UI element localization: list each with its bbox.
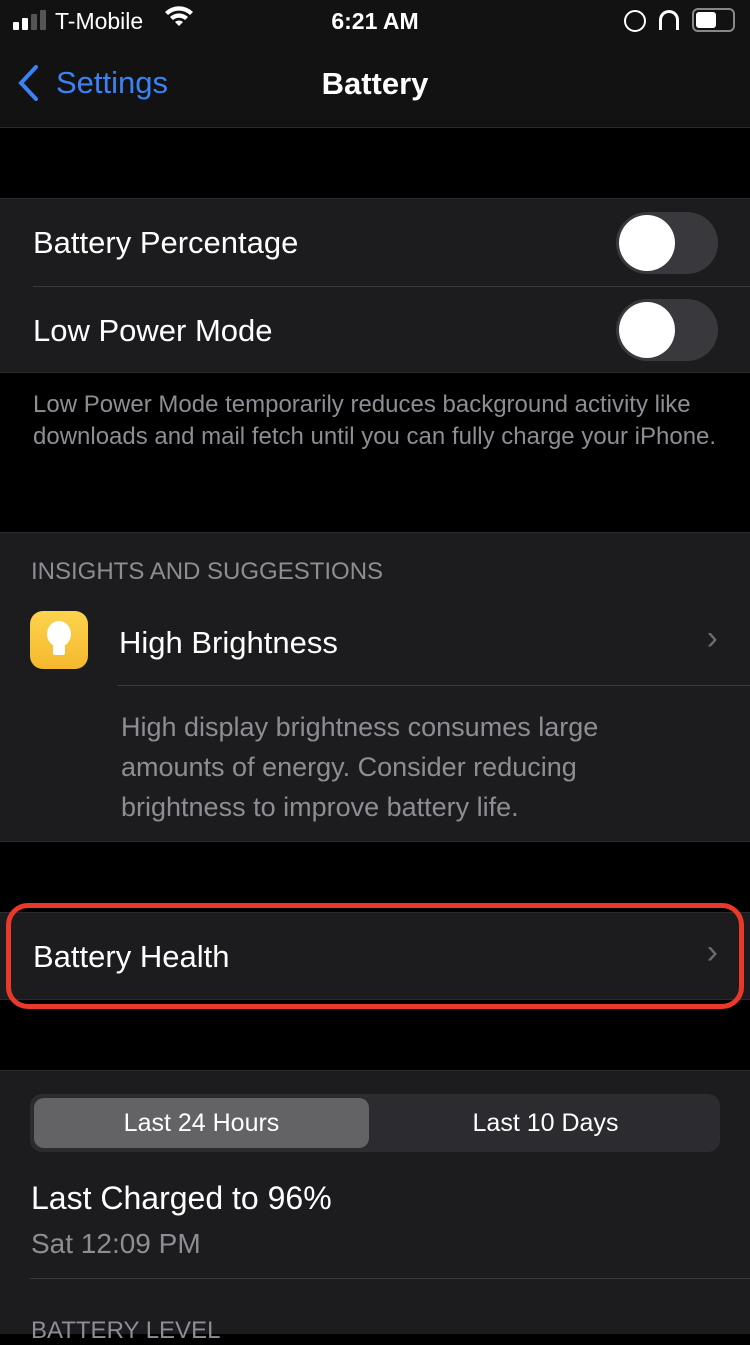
battery-percentage-row: Battery Percentage xyxy=(0,199,750,287)
low-power-mode-toggle[interactable] xyxy=(616,299,718,361)
usage-group: Last 24 Hours Last 10 Days Last Charged … xyxy=(0,1070,750,1344)
divider xyxy=(30,1278,750,1279)
toggle-group: Battery Percentage Low Power Mode xyxy=(0,198,750,373)
segment-last-10-days[interactable]: Last 10 Days xyxy=(375,1098,716,1148)
status-bar: T-Mobile 6:21 AM xyxy=(0,0,750,40)
chevron-right-icon: › xyxy=(706,619,718,657)
divider xyxy=(117,685,750,686)
last-charged-time: Sat 12:09 PM xyxy=(31,1228,201,1259)
rotation-lock-icon xyxy=(624,10,646,32)
battery-level-header: BATTERY LEVEL xyxy=(31,1317,221,1344)
low-power-footer: Low Power Mode temporarily reduces backg… xyxy=(33,391,717,450)
page-title: Battery xyxy=(321,66,429,101)
insight-description: High display brightness consumes large a… xyxy=(121,712,599,822)
high-brightness-row[interactable]: High Brightness › xyxy=(0,599,750,687)
low-power-mode-row: Low Power Mode xyxy=(0,287,750,374)
segment-label: Last 10 Days xyxy=(472,1108,619,1137)
segment-label: Last 24 Hours xyxy=(123,1108,280,1137)
row-label: High Brightness xyxy=(119,625,338,660)
insights-group: INSIGHTS AND SUGGESTIONS High Brightness… xyxy=(0,532,750,842)
time-range-segmented-control: Last 24 Hours Last 10 Days xyxy=(30,1094,720,1152)
highlight-outline xyxy=(6,903,744,1009)
last-charged: Last Charged to 96% xyxy=(31,1180,332,1216)
battery-icon xyxy=(692,8,735,32)
headphones-icon xyxy=(659,10,679,30)
segment-last-24-hours[interactable]: Last 24 Hours xyxy=(34,1098,369,1148)
lightbulb-icon xyxy=(30,611,88,669)
row-label: Battery Percentage xyxy=(33,225,299,260)
section-header: INSIGHTS AND SUGGESTIONS xyxy=(31,558,384,585)
battery-percentage-toggle[interactable] xyxy=(616,212,718,274)
row-label: Low Power Mode xyxy=(33,313,273,348)
navigation-bar: Settings Battery xyxy=(0,40,750,128)
